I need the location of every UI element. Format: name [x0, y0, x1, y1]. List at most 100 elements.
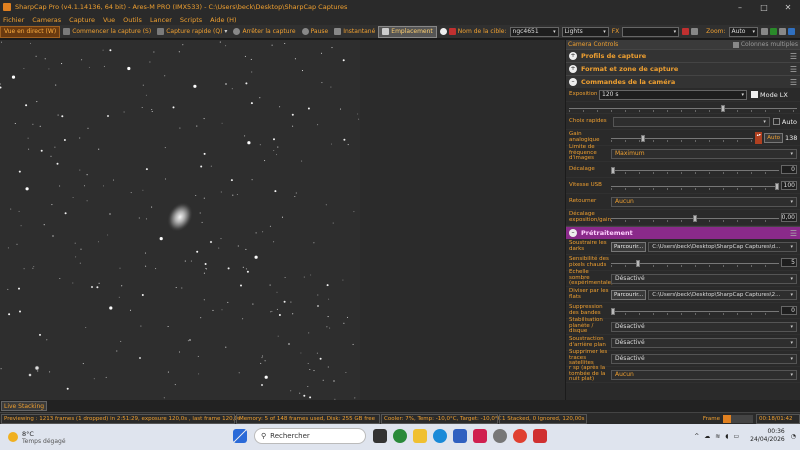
status-stacked: 1 Stacked, 0 Ignored, 120,00s [499, 413, 587, 424]
sharpcap-taskbar-icon[interactable] [493, 429, 507, 443]
snapshot-button[interactable]: Instantané [331, 26, 378, 38]
menu-tools[interactable]: Outils [123, 16, 142, 24]
task-view-icon[interactable] [373, 429, 387, 443]
analog-gain-slider[interactable] [611, 134, 754, 142]
live-stacking-tab[interactable]: Live Stacking [1, 401, 48, 411]
snapshot-label: Instantané [343, 28, 376, 35]
zoom-select[interactable]: Auto ▾ [728, 26, 758, 37]
menu-icon[interactable]: ☰ [790, 65, 797, 74]
media-app-icon[interactable] [533, 429, 547, 443]
xbox-icon[interactable] [393, 429, 407, 443]
taskbar-search[interactable]: ⚲ Rechercher [254, 428, 366, 444]
reticle-icon[interactable] [682, 28, 690, 35]
stop-capture-button[interactable]: Arrêter la capture [230, 26, 298, 38]
menu-launch[interactable]: Lancer [150, 16, 172, 24]
slider-thumb[interactable] [611, 166, 615, 174]
graph-icon[interactable] [770, 28, 777, 35]
wifi-icon[interactable]: ≋ [715, 433, 720, 440]
photo-app-icon[interactable] [473, 429, 487, 443]
minimize-icon[interactable]: – [728, 3, 752, 12]
cloud-icon[interactable]: ☁ [704, 433, 710, 440]
section-camera-controls[interactable]: – Commandes de la caméra ☰ [566, 75, 800, 88]
frame-type-select[interactable]: Lights ▾ [561, 26, 609, 37]
clock[interactable]: 00:36 24/04/2026 [750, 428, 785, 444]
section-format[interactable]: + Format et zone de capture ☰ [566, 62, 800, 75]
quick-choices-select[interactable]: ▾ [613, 116, 770, 127]
edge-icon[interactable] [433, 429, 447, 443]
maximize-icon[interactable]: □ [752, 3, 776, 12]
divide-flats-path-select[interactable]: C:\Users\beck\Desktop\SharpCap Captures\… [648, 289, 797, 300]
menu-file[interactable]: Fichier [3, 16, 24, 24]
pause-button[interactable]: Pause [299, 26, 332, 38]
flip-select[interactable]: Aucun ▾ [611, 196, 797, 207]
star [244, 55, 246, 57]
menu-scripts[interactable]: Scripts [180, 16, 202, 24]
menu-icon[interactable]: ☰ [790, 52, 797, 61]
dark-scale-select[interactable]: Désactivé ▾ [611, 273, 797, 284]
target-name-select[interactable]: ngc4651 ▾ [509, 26, 559, 37]
settings-icon[interactable] [779, 28, 786, 35]
star [25, 187, 29, 191]
frame-rate-select[interactable]: Maximum ▾ [611, 148, 797, 159]
windows-start-icon[interactable] [233, 429, 247, 443]
last-select[interactable]: Aucun ▾ [611, 369, 797, 380]
menu-icon[interactable]: ☰ [790, 229, 797, 238]
slider-thumb[interactable] [635, 259, 640, 267]
menu-view[interactable]: Vue [103, 16, 115, 24]
menu-icon[interactable]: ☰ [790, 78, 797, 87]
exposure-input[interactable]: 120 s ▾ [599, 89, 747, 100]
menu-capture[interactable]: Capture [69, 16, 95, 24]
placement-button[interactable]: Emplacement [378, 25, 437, 38]
slider-thumb[interactable] [721, 104, 726, 112]
menu-cameras[interactable]: Cameras [32, 16, 61, 24]
slider-thumb[interactable] [775, 182, 779, 190]
hot-pixel-value[interactable]: 5 [781, 258, 797, 267]
camera-view[interactable] [0, 40, 565, 400]
battery-icon[interactable]: ▭ [733, 433, 739, 440]
live-view-button[interactable]: Vue en direct (W) [0, 25, 61, 38]
quick-auto-checkbox[interactable] [772, 118, 780, 125]
exposure-gain-offset-slider[interactable] [611, 214, 779, 222]
quick-capture-button[interactable]: Capture rapide (Q) ▾ [154, 26, 230, 38]
weather-widget[interactable]: 8°C Temps dégagé [8, 430, 66, 445]
speaker-icon[interactable]: ◖ [725, 433, 728, 440]
subtract-darks-path-select[interactable]: C:\Users\beck\Desktop\SharpCap Captures\… [648, 241, 797, 252]
chrome-icon[interactable] [513, 429, 527, 443]
section-preprocessing[interactable]: – Prétraitement ☰ [566, 226, 800, 239]
chevron-up-icon[interactable]: ^ [694, 433, 699, 440]
usb-speed-value[interactable]: 100 [781, 181, 797, 190]
chevron-down-icon[interactable]: ▾ [224, 28, 227, 35]
exposure-slider[interactable] [569, 104, 797, 112]
notification-icon[interactable]: ◔ [791, 433, 796, 440]
file-explorer-icon[interactable] [413, 429, 427, 443]
multi-columns-toggle[interactable]: Colonnes multiples [732, 41, 798, 48]
slider-thumb[interactable] [641, 134, 646, 142]
fx-select[interactable]: ▾ [622, 26, 680, 37]
offset-value[interactable]: 0 [781, 165, 797, 174]
gain-auto-button[interactable]: Auto [764, 132, 783, 143]
divide-flats-browse-button[interactable]: Parcourir... [611, 289, 647, 300]
slider-thumb[interactable] [611, 307, 615, 315]
offset-slider[interactable] [611, 166, 779, 174]
hot-pixel-slider[interactable] [611, 259, 779, 267]
slider-thumb[interactable] [693, 214, 697, 222]
checkbox-icon[interactable] [732, 41, 739, 48]
banding-slider[interactable] [611, 307, 779, 315]
banding-value[interactable]: 0 [781, 306, 797, 315]
brush-icon[interactable] [788, 28, 795, 35]
start-capture-button[interactable]: Commencer la capture (S) [60, 26, 154, 38]
close-icon[interactable]: ✕ [776, 3, 800, 12]
lx-mode-checkbox[interactable] [751, 91, 758, 98]
exposure-gain-offset-value[interactable]: 0,00 [781, 213, 797, 222]
focus-icon[interactable] [761, 28, 768, 35]
histogram-icon[interactable] [691, 28, 699, 35]
section-capture-profiles[interactable]: + Profils de capture ☰ [566, 49, 800, 62]
satellite-trails-select[interactable]: Désactivé ▾ [611, 353, 797, 364]
usb-speed-slider[interactable] [611, 182, 779, 190]
menu-help[interactable]: Aide (H) [210, 16, 236, 24]
background-sub-select[interactable]: Désactivé ▾ [611, 337, 797, 348]
gain-stepper[interactable]: ▴▾ [755, 131, 763, 144]
store-icon[interactable] [453, 429, 467, 443]
subtract-darks-browse-button[interactable]: Parcourir... [611, 241, 647, 252]
stabilization-select[interactable]: Désactivé ▾ [611, 321, 797, 332]
